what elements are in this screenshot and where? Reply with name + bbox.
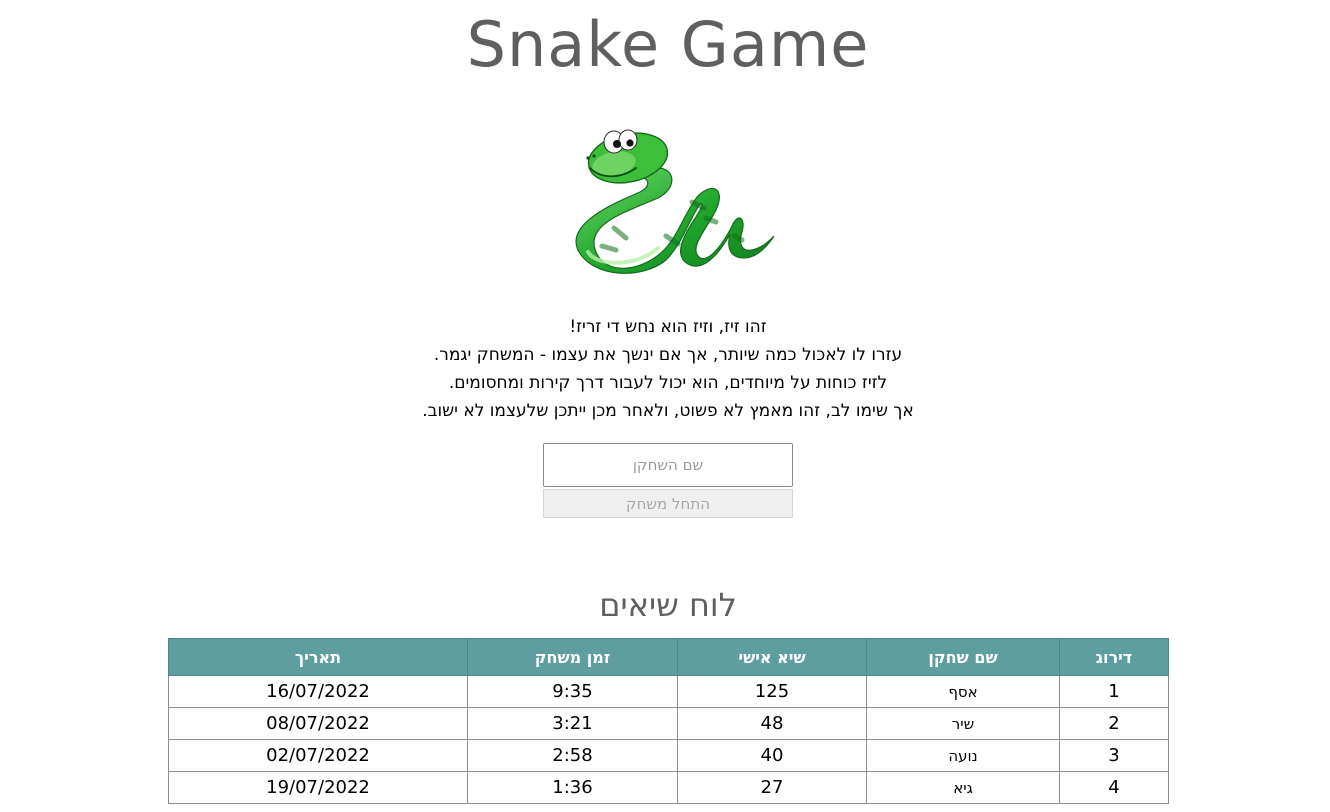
cell-high-score: 27 <box>677 771 867 804</box>
cell-player-name: גיא <box>866 771 1060 804</box>
intro-text: זהו זיז, וזיז הוא נחש די זריז! עזרו לו ל… <box>0 313 1330 425</box>
snake-mascot-image <box>566 126 778 276</box>
cell-high-score: 40 <box>677 739 867 772</box>
cell-rank: 4 <box>1059 771 1169 804</box>
intro-line: עזרו לו לאכול כמה שיותר, אך אם ינשך את ע… <box>433 345 903 365</box>
cell-high-score: 125 <box>677 675 867 708</box>
cell-date: 02/07/2022 <box>168 739 468 772</box>
column-header-player-name: שם שחקן <box>866 638 1060 676</box>
intro-line: לזיז כוחות על מיוחדים, הוא יכול לעבור דר… <box>448 373 888 393</box>
snake-icon <box>575 129 775 274</box>
start-game-button[interactable]: התחל משחק <box>543 489 793 518</box>
cell-date: 19/07/2022 <box>168 771 468 804</box>
table-row: 3 נועה 40 2:58 02/07/2022 <box>168 739 1169 772</box>
intro-line: אך שימו לב, זהו מאמץ לא פשוט, ולאחר מכן … <box>422 401 914 421</box>
cell-date: 08/07/2022 <box>168 707 468 740</box>
player-name-input[interactable] <box>543 443 793 487</box>
cell-rank: 1 <box>1059 675 1169 708</box>
column-header-date: תאריך <box>168 638 468 676</box>
leaderboard-title: לוח שיאים <box>599 586 737 624</box>
cell-play-time: 2:58 <box>467 739 678 772</box>
column-header-high-score: שיא אישי <box>677 638 867 676</box>
table-row: 2 שיר 48 3:21 08/07/2022 <box>168 707 1169 740</box>
leaderboard-table: דירוג שם שחקן שיא אישי זמן משחק תאריך 1 … <box>168 638 1169 804</box>
column-header-play-time: זמן משחק <box>467 638 678 676</box>
cell-player-name: אסף <box>866 675 1060 708</box>
cell-high-score: 48 <box>677 707 867 740</box>
cell-play-time: 9:35 <box>467 675 678 708</box>
cell-player-name: נועה <box>866 739 1060 772</box>
cell-date: 16/07/2022 <box>168 675 468 708</box>
cell-rank: 3 <box>1059 739 1169 772</box>
table-row: 4 גיא 27 1:36 19/07/2022 <box>168 771 1169 804</box>
cell-rank: 2 <box>1059 707 1169 740</box>
intro-line: זהו זיז, וזיז הוא נחש די זריז! <box>569 317 767 337</box>
cell-play-time: 3:21 <box>467 707 678 740</box>
cell-player-name: שיר <box>866 707 1060 740</box>
cell-play-time: 1:36 <box>467 771 678 804</box>
page-title: Snake Game <box>466 8 870 81</box>
column-header-rank: דירוג <box>1059 638 1169 676</box>
table-row: 1 אסף 125 9:35 16/07/2022 <box>168 675 1169 708</box>
table-header-row: דירוג שם שחקן שיא אישי זמן משחק תאריך <box>168 638 1169 676</box>
